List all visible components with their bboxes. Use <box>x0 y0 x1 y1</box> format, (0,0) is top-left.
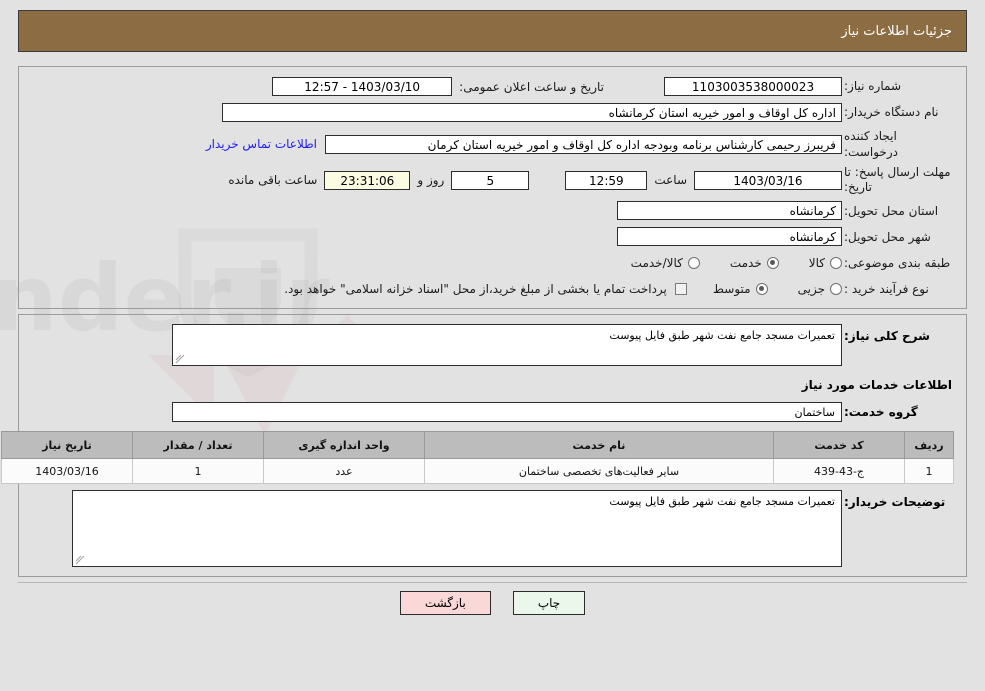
request-creator-label: ایجاد کننده درخواست: <box>844 129 898 160</box>
table-row: 1 ج-43-439 سایر فعالیت‌های تخصصی ساختمان… <box>1 458 954 485</box>
table-header-need-date: تاریخ نیاز <box>1 431 133 460</box>
back-button[interactable]: بازگشت <box>399 591 491 616</box>
classification-option-kala-khedmat[interactable]: کالا/خدمت <box>631 256 700 270</box>
need-number-label: شماره نیاز: <box>844 79 901 94</box>
cell-service-code: ج-43-439 <box>773 458 905 485</box>
public-announce-label: تاریخ و ساعت اعلان عمومی: <box>459 79 604 94</box>
classification-option-khedmat[interactable]: خدمت <box>730 256 779 270</box>
table-header-unit: واحد اندازه گیری <box>263 431 425 460</box>
page-root: جزئیات اطلاعات نیاز شماره نیاز: 11030035… <box>0 0 985 691</box>
buyer-comments-value: تعمیرات مسجد جامع نفت شهر طبق فایل پیوست <box>609 495 835 509</box>
days-and-label: روز و <box>417 173 445 188</box>
page-header-band: جزئیات اطلاعات نیاز <box>18 10 967 52</box>
days-remaining-value: 5 <box>451 170 530 190</box>
classification-label: طبقه بندی موضوعی: <box>844 255 951 270</box>
buyer-comments-label: توضیحات خریدار: <box>844 495 946 510</box>
request-creator-row: ایجاد کننده درخواست: فریبرز رحیمی کارشنا… <box>31 128 954 160</box>
request-creator-value: فریبرز رحیمی کارشناس برنامه وبودجه اداره… <box>325 134 842 154</box>
need-number-row: شماره نیاز: 1103003538000023 تاریخ و ساع… <box>31 76 954 97</box>
radio-icon[interactable] <box>830 256 842 269</box>
deadline-date-value: 1403/03/16 <box>694 170 842 190</box>
treasury-documents-checkbox[interactable] <box>674 282 687 295</box>
classification-radio-group: کالا خدمت کالا/خدمت <box>605 256 842 270</box>
remaining-suffix-label: ساعت باقی مانده <box>228 173 318 188</box>
buyer-comments-row: توضیحات خریدار: تعمیرات مسجد جامع نفت شه… <box>31 490 954 568</box>
buyer-comments-textarea[interactable]: تعمیرات مسجد جامع نفت شهر طبق فایل پیوست <box>72 490 842 568</box>
purchase-type-label: نوع فرآیند خرید : <box>844 281 929 296</box>
classification-option-kala[interactable]: کالا <box>809 256 842 270</box>
service-group-value: ساختمان <box>172 402 842 423</box>
radio-selected-icon[interactable] <box>755 282 768 295</box>
general-description-value: تعمیرات مسجد جامع نفت شهر طبق فایل پیوست <box>609 329 835 343</box>
delivery-city-value: کرمانشاه <box>617 227 842 247</box>
services-section-title: اطلاعات خدمات مورد نیاز <box>801 378 952 393</box>
buyer-org-row: نام دستگاه خریدار: اداره کل اوقاف و امور… <box>31 102 954 123</box>
service-group-label: گروه خدمت: <box>844 405 918 420</box>
buyer-org-label: نام دستگاه خریدار: <box>844 105 939 120</box>
general-description-label: شرح کلی نیاز: <box>844 329 930 344</box>
public-announce-value: 1403/03/10 - 12:57 <box>272 77 453 96</box>
response-deadline-row: مهلت ارسال پاسخ: تا تاریخ: 1403/03/16 سا… <box>31 165 954 195</box>
radio-icon[interactable] <box>687 256 700 269</box>
classification-option-label: خدمت <box>729 255 762 270</box>
purchase-type-option-label: متوسط <box>712 281 751 296</box>
cell-need-date: 1403/03/16 <box>1 458 133 485</box>
print-button[interactable]: چاپ <box>512 591 586 616</box>
treasury-documents-note: پرداخت تمام یا بخشی از مبلغ خرید،از محل … <box>284 281 667 296</box>
classification-row: طبقه بندی موضوعی: کالا خدمت کالا/خدمت <box>31 252 954 273</box>
deadline-time-value: 12:59 <box>565 170 648 190</box>
resize-grip-icon[interactable] <box>75 555 85 565</box>
page-title: جزئیات اطلاعات نیاز <box>841 23 952 39</box>
response-deadline-label: مهلت ارسال پاسخ: تا تاریخ: <box>844 165 951 195</box>
service-group-row: گروه خدمت: ساختمان <box>31 402 954 423</box>
deadline-hour-label: ساعت <box>654 173 687 188</box>
purchase-type-option-label: جزیی <box>797 281 825 296</box>
delivery-province-label: استان محل تحویل: <box>844 203 939 218</box>
table-header-service-name: نام خدمت <box>424 431 774 460</box>
delivery-city-row: شهر محل تحویل: کرمانشاه <box>31 226 954 247</box>
table-header-service-code: کد خدمت <box>773 431 905 460</box>
cell-unit: عدد <box>263 458 425 485</box>
table-header-radif: ردیف <box>904 431 954 460</box>
delivery-province-value: کرمانشاه <box>617 201 842 221</box>
need-summary-panel: شماره نیاز: 1103003538000023 تاریخ و ساع… <box>18 66 967 310</box>
purchase-type-option-motavaset[interactable]: متوسط <box>713 282 768 296</box>
cell-quantity: 1 <box>132 458 264 485</box>
cell-radif: 1 <box>904 458 954 485</box>
table-header-quantity: تعداد / مقدار <box>132 431 264 460</box>
general-description-row: شرح کلی نیاز: تعمیرات مسجد جامع نفت شهر … <box>31 324 954 367</box>
footer-separator <box>18 582 967 584</box>
radio-icon[interactable] <box>830 282 842 295</box>
delivery-province-row: استان محل تحویل: کرمانشاه <box>31 200 954 221</box>
radio-selected-icon[interactable] <box>766 256 779 269</box>
cell-service-name: سایر فعالیت‌های تخصصی ساختمان <box>424 458 774 485</box>
resize-grip-icon[interactable] <box>175 354 185 364</box>
footer-actions: چاپ بازگشت <box>18 591 967 616</box>
buyer-contact-link[interactable]: اطلاعات تماس خریدار <box>206 137 325 151</box>
need-details-panel: شرح کلی نیاز: تعمیرات مسجد جامع نفت شهر … <box>1 314 967 578</box>
delivery-city-label: شهر محل تحویل: <box>844 229 931 244</box>
services-table: ردیف کد خدمت نام خدمت واحد اندازه گیری ت… <box>1 431 954 485</box>
purchase-type-option-jozii[interactable]: جزیی <box>798 282 842 296</box>
need-number-value: 1103003538000023 <box>664 77 842 96</box>
buyer-org-value: اداره کل اوقاف و امور خیریه استان کرمانش… <box>222 103 842 122</box>
purchase-type-row: نوع فرآیند خرید : جزیی متوسط پرداخت تمام… <box>31 278 954 299</box>
table-header-row: ردیف کد خدمت نام خدمت واحد اندازه گیری ت… <box>1 431 954 460</box>
countdown-timer: 23:31:06 <box>324 170 411 190</box>
general-description-textarea[interactable]: تعمیرات مسجد جامع نفت شهر طبق فایل پیوست <box>172 324 842 367</box>
purchase-type-radio-group: جزیی متوسط <box>687 282 842 296</box>
classification-option-label: کالا/خدمت <box>630 255 683 270</box>
classification-option-label: کالا <box>808 255 825 270</box>
